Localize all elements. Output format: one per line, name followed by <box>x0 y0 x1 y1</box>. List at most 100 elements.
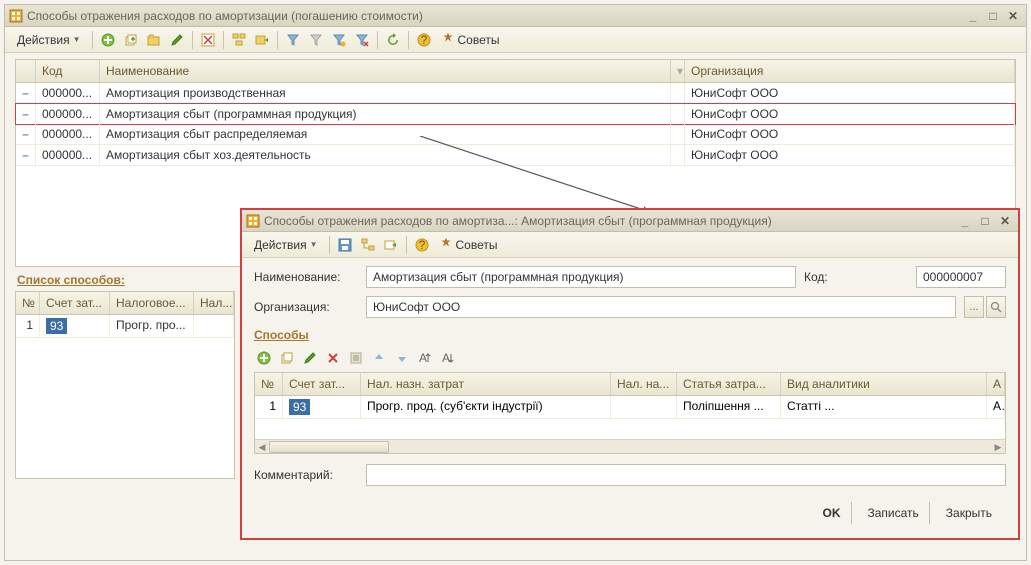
separator <box>223 31 224 49</box>
move-icon[interactable] <box>252 30 272 50</box>
close-button[interactable]: ✕ <box>1004 8 1022 24</box>
delete-mark-icon[interactable] <box>198 30 218 50</box>
table-row[interactable]: – 000000... Амортизация производственная… <box>16 83 1015 104</box>
filter-by-icon[interactable] <box>329 30 349 50</box>
maximize-button[interactable]: □ <box>984 8 1002 24</box>
grid-header: Код Наименование ▾ Организация <box>16 60 1015 83</box>
dropdown-icon: ▼ <box>73 35 81 44</box>
sort-desc-icon[interactable]: A <box>438 348 458 368</box>
svg-text:A: A <box>419 351 427 365</box>
sg-cell-n: 1 <box>16 315 40 337</box>
row-marker-icon: – <box>16 124 36 144</box>
hierarchy-icon[interactable] <box>229 30 249 50</box>
dh-tax[interactable]: Нал. назн. затрат <box>361 373 611 395</box>
dh-acc[interactable]: Счет зат... <box>283 373 361 395</box>
scroll-right-icon[interactable]: ▶ <box>991 440 1005 454</box>
sort-icon[interactable]: ▾ <box>671 60 685 82</box>
sort-asc-icon[interactable]: A <box>415 348 435 368</box>
dc-nn <box>611 396 677 418</box>
sg-cell-acc: 93 <box>40 315 110 337</box>
name-col[interactable]: Наименование <box>100 60 671 82</box>
goto-icon[interactable] <box>381 235 401 255</box>
dialog-actions-menu[interactable]: Действия ▼ <box>248 235 324 255</box>
separator <box>377 31 378 49</box>
move-up-icon[interactable] <box>369 348 389 368</box>
end-edit-icon[interactable] <box>346 348 366 368</box>
table-row[interactable]: – 000000... Амортизация сбыт хоз.деятель… <box>16 145 1015 166</box>
dialog-close-button[interactable]: ✕ <box>996 213 1014 229</box>
main-titlebar: Способы отражения расходов по амортизаци… <box>5 5 1026 27</box>
dialog-minimize-button[interactable]: _ <box>956 213 974 229</box>
help-icon[interactable]: ? <box>412 235 432 255</box>
dc-last: А <box>987 396 1005 418</box>
detail-grid-row[interactable]: 1 93 Прогр. прод. (суб'єкти індустрії) П… <box>255 396 1005 419</box>
small-grid-row[interactable]: 1 93 Прогр. про... <box>16 315 234 338</box>
dialog-maximize-button[interactable]: □ <box>976 213 994 229</box>
delete-row-icon[interactable] <box>323 348 343 368</box>
org-label: Организация: <box>254 300 358 314</box>
select-button[interactable]: ... <box>964 296 984 318</box>
org-field[interactable] <box>366 296 956 318</box>
dialog-title: Способы отражения расходов по амортиза..… <box>264 214 956 228</box>
dc-tax: Прогр. прод. (суб'єкти індустрії) <box>361 396 611 418</box>
scroll-thumb[interactable] <box>269 441 389 453</box>
dialog-actions-label: Действия <box>254 238 307 252</box>
sg-col-last[interactable]: Нал... <box>194 292 234 314</box>
minimize-button[interactable]: _ <box>964 8 982 24</box>
separator <box>408 31 409 49</box>
sg-acc-value: 93 <box>46 318 67 334</box>
ok-button[interactable]: OK <box>813 502 852 524</box>
name-field[interactable] <box>366 266 796 288</box>
table-row[interactable]: – 000000... Амортизация сбыт распределяе… <box>16 124 1015 145</box>
scroll-left-icon[interactable]: ◀ <box>255 440 269 454</box>
tree-icon[interactable] <box>358 235 378 255</box>
dialog-tips-label: Советы <box>456 238 498 252</box>
cell-name: Амортизация производственная <box>100 83 671 103</box>
edit-row-icon[interactable] <box>300 348 320 368</box>
edit-folder-icon[interactable] <box>144 30 164 50</box>
code-field[interactable] <box>916 266 1006 288</box>
actions-menu[interactable]: Действия ▼ <box>11 30 87 50</box>
name-label: Наименование: <box>254 270 358 284</box>
dh-art[interactable]: Статья затра... <box>677 373 781 395</box>
code-col[interactable]: Код <box>36 60 100 82</box>
org-col[interactable]: Организация <box>685 60 1015 82</box>
comment-field[interactable] <box>366 464 1006 486</box>
sg-col-acc[interactable]: Счет зат... <box>40 292 110 314</box>
save-button[interactable]: Записать <box>858 502 930 524</box>
svg-text:?: ? <box>418 238 425 252</box>
dh-n[interactable]: № <box>255 373 283 395</box>
row-marker-icon: – <box>16 83 36 103</box>
hscrollbar[interactable]: ◀ ▶ <box>255 439 1005 453</box>
dialog-tips-button[interactable]: Советы <box>435 238 502 252</box>
sg-col-tax[interactable]: Налоговое... <box>110 292 194 314</box>
dh-nn[interactable]: Нал. на... <box>611 373 677 395</box>
move-down-icon[interactable] <box>392 348 412 368</box>
cell-code: 000000... <box>36 145 100 165</box>
tips-button[interactable]: Советы <box>437 33 504 47</box>
filter-clear-icon[interactable] <box>352 30 372 50</box>
tips-icon <box>441 33 455 47</box>
dc-acc-value: 93 <box>289 399 310 415</box>
separator <box>192 31 193 49</box>
tips-label: Советы <box>458 33 500 47</box>
save-icon[interactable] <box>335 235 355 255</box>
copy-row-icon[interactable] <box>277 348 297 368</box>
lookup-button[interactable] <box>986 296 1006 318</box>
add-icon[interactable] <box>98 30 118 50</box>
copy-icon[interactable] <box>121 30 141 50</box>
marker-col[interactable] <box>16 60 36 82</box>
add-row-icon[interactable] <box>254 348 274 368</box>
window-title: Способы отражения расходов по амортизаци… <box>27 9 964 23</box>
dh-an[interactable]: Вид аналитики <box>781 373 987 395</box>
refresh-icon[interactable] <box>383 30 403 50</box>
filter-off-icon[interactable] <box>306 30 326 50</box>
dh-last[interactable]: А <box>987 373 1005 395</box>
edit-icon[interactable] <box>167 30 187 50</box>
help-icon[interactable]: ? <box>414 30 434 50</box>
row-marker-icon: – <box>16 104 36 124</box>
table-row-selected[interactable]: – 000000... Амортизация сбыт (программна… <box>15 103 1016 125</box>
filter-icon[interactable] <box>283 30 303 50</box>
sg-col-n[interactable]: № <box>16 292 40 314</box>
close-dialog-button[interactable]: Закрыть <box>936 502 1002 524</box>
